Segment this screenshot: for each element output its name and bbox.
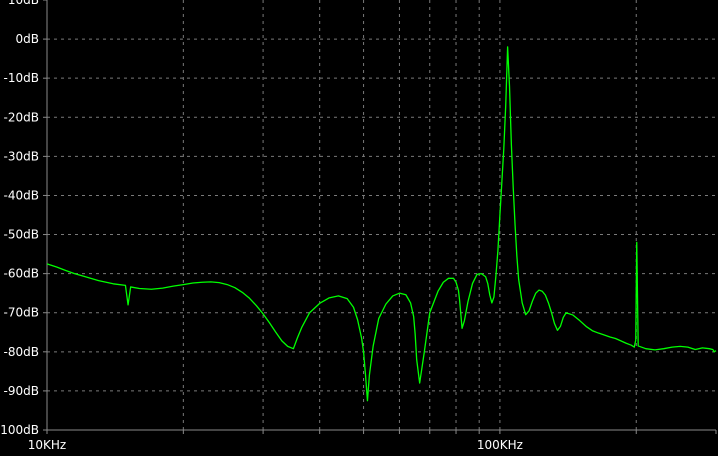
y-tick-label: -80dB [4, 345, 39, 359]
spectrum-chart: 10dB 0dB -10dB -20dB -30dB -40dB -50dB -60dB -70… [0, 0, 718, 456]
y-tick-label: -70dB [4, 306, 39, 320]
y-tick-label: 10dB [8, 0, 39, 7]
y-tick-label: -50dB [4, 228, 39, 242]
y-tick-label: -10dB [4, 71, 39, 85]
x-tick-label: 10KHz [28, 438, 66, 452]
chart-svg: 10dB 0dB -10dB -20dB -30dB -40dB -50dB -60dB -70… [0, 0, 718, 456]
y-tick-label: -30dB [4, 149, 39, 163]
y-tick-label: -60dB [4, 267, 39, 281]
y-tick-label: -40dB [4, 188, 39, 202]
y-tick-label: -90dB [4, 384, 39, 398]
x-tick-label: 100KHz [477, 438, 523, 452]
y-tick-label: 0dB [16, 32, 39, 46]
y-tick-label: -100dB [0, 423, 39, 437]
y-tick-label: -20dB [4, 110, 39, 124]
plot-background [0, 0, 718, 456]
